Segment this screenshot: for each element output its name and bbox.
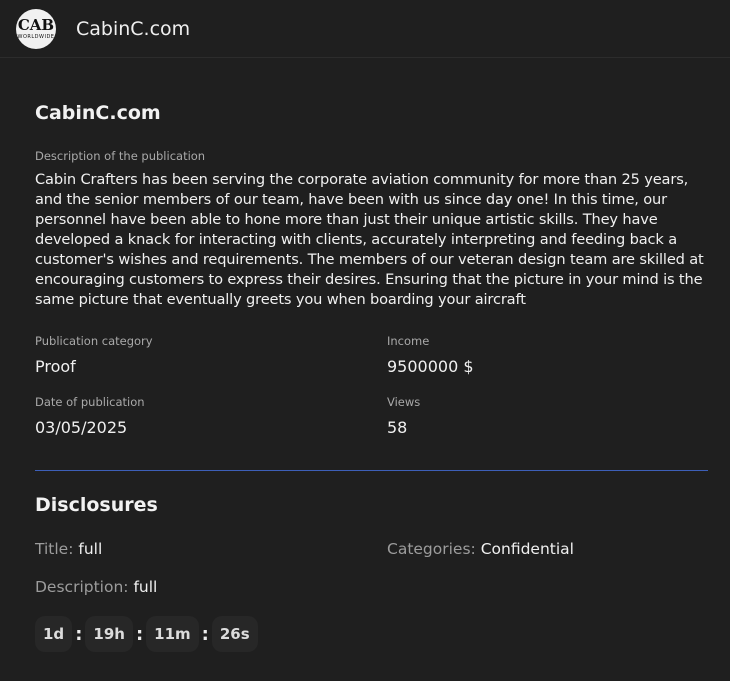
date-label: Date of publication bbox=[35, 395, 145, 409]
views-field: Views 58 bbox=[387, 395, 709, 437]
countdown-timer: 1d : 19h : 11m : 26s bbox=[35, 616, 709, 652]
timer-separator: : bbox=[201, 623, 209, 645]
description-label: Description of the publication bbox=[35, 149, 206, 163]
publication-title: CabinC.com bbox=[35, 102, 161, 124]
disclosure-title-value: full bbox=[78, 540, 103, 558]
logo-monogram: CAB bbox=[17, 15, 55, 34]
views-value: 58 bbox=[387, 418, 408, 437]
income-label: Income bbox=[387, 334, 430, 348]
site-logo[interactable]: CAB WORLDWIDE bbox=[16, 8, 56, 49]
disclosure-title-label: Title: bbox=[35, 540, 79, 558]
site-title[interactable]: CabinC.com bbox=[76, 18, 190, 40]
disclosure-categories-value: Confidential bbox=[480, 540, 574, 558]
disclosures-fields: Title: full Categories: Confidential Des… bbox=[35, 540, 709, 596]
logo-word: WORLDWIDE bbox=[17, 33, 55, 40]
publication-description: Cabin Crafters has been serving the corp… bbox=[35, 171, 704, 308]
timer-minutes: 11m bbox=[146, 616, 199, 652]
date-field: Date of publication 03/05/2025 bbox=[35, 395, 387, 437]
publication-details: CabinC.com Description of the publicatio… bbox=[0, 58, 730, 652]
income-field: Income 9500000 $ bbox=[387, 334, 709, 376]
views-label: Views bbox=[387, 395, 421, 409]
timer-seconds: 26s bbox=[211, 616, 258, 652]
category-value: Proof bbox=[35, 357, 76, 376]
disclosure-categories-row: Categories: Confidential bbox=[387, 540, 709, 558]
disclosure-title-row: Title: full bbox=[35, 540, 387, 558]
date-value: 03/05/2025 bbox=[35, 418, 128, 437]
timer-days: 1d bbox=[35, 616, 73, 652]
timer-separator: : bbox=[75, 623, 83, 645]
top-bar: CAB WORLDWIDE CabinC.com bbox=[0, 0, 730, 58]
disclosure-description-row: Description: full bbox=[35, 578, 387, 596]
income-value: 9500000 $ bbox=[387, 357, 474, 376]
section-divider bbox=[35, 470, 708, 471]
category-label: Publication category bbox=[35, 334, 153, 348]
timer-separator: : bbox=[135, 623, 144, 645]
timer-hours: 19h bbox=[85, 616, 133, 652]
disclosure-description-label: Description: bbox=[35, 578, 134, 596]
category-field: Publication category Proof bbox=[35, 334, 387, 376]
disclosure-description-value: full bbox=[133, 578, 158, 596]
disclosures-title: Disclosures bbox=[35, 494, 158, 516]
publication-fields: Publication category Proof Income 950000… bbox=[35, 334, 709, 437]
disclosure-categories-label: Categories: bbox=[387, 540, 481, 558]
